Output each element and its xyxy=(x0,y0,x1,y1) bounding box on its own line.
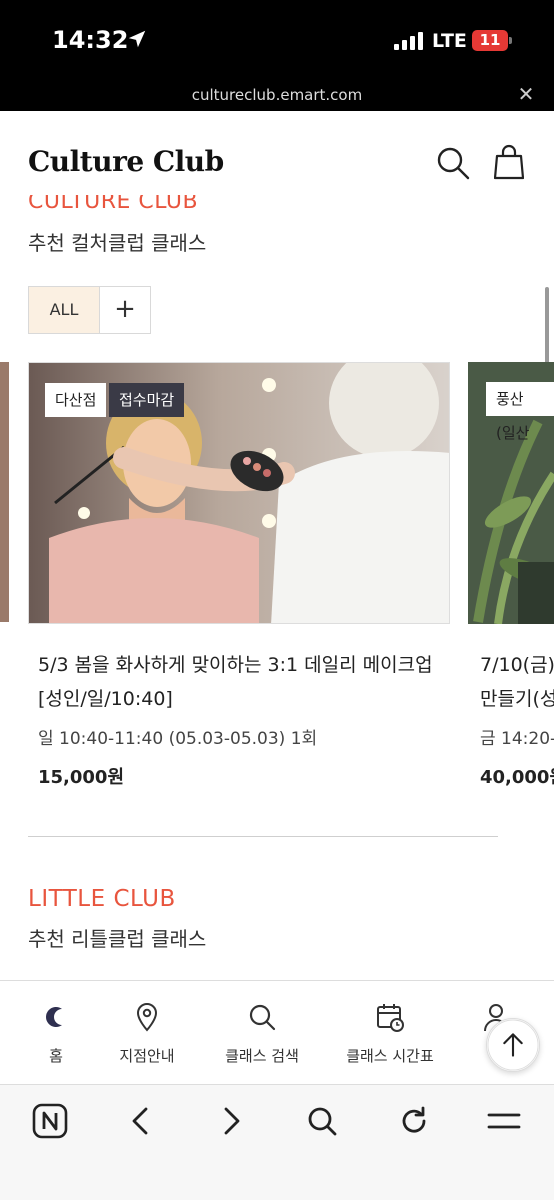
naver-home-icon[interactable] xyxy=(30,1101,70,1141)
shopping-bag-icon[interactable] xyxy=(494,144,524,180)
section-divider xyxy=(28,836,498,837)
filter-add-button[interactable]: + xyxy=(99,286,151,334)
tab-label: 홈 xyxy=(49,1047,63,1065)
close-icon[interactable]: ✕ xyxy=(516,84,536,105)
tab-label: 지점안내 xyxy=(119,1047,175,1065)
section-title-little-club: LITTLE CLUB xyxy=(28,886,176,912)
previous-card-image[interactable] xyxy=(0,362,9,622)
section-title-culture-club: CULTURE CLUB xyxy=(28,195,199,213)
battery-icon: 11 xyxy=(472,30,508,51)
site-logo[interactable]: Culture Club xyxy=(28,145,224,178)
status-time: 14:32 xyxy=(52,26,129,54)
search-icon[interactable] xyxy=(302,1101,342,1141)
branch-tag: 다산점 xyxy=(45,383,107,417)
class-title-line2[interactable]: 만들기(성 xyxy=(480,684,554,711)
forward-icon[interactable] xyxy=(212,1101,252,1141)
bottom-tab-bar: 홈 지점안내 클래스 검색 클래스 시간표 마 xyxy=(0,980,554,1084)
home-c-icon xyxy=(46,1007,62,1027)
search-icon[interactable] xyxy=(436,146,470,180)
refresh-icon[interactable] xyxy=(394,1101,434,1141)
browser-toolbar xyxy=(0,1084,554,1200)
url-bar[interactable]: cultureclub.emart.com xyxy=(0,86,554,104)
status-badge: 접수마감 xyxy=(109,383,185,417)
status-bar: 14:32 LTE 11 cultureclub.emart.com ✕ xyxy=(0,0,554,111)
signal-icon xyxy=(394,32,423,50)
calendar-clock-icon xyxy=(377,1004,404,1032)
tab-class-timetable[interactable]: 클래스 시간표 xyxy=(336,981,444,1085)
section-subtitle: 추천 컬처클럽 클래스 xyxy=(28,231,207,255)
class-title-line2[interactable]: [성인/일/10:40] xyxy=(38,684,173,711)
location-arrow-icon xyxy=(128,30,146,48)
scroll-to-top-button[interactable] xyxy=(486,1018,540,1072)
class-schedule: 일 10:40-11:40 (05.03-05.03) 1회 xyxy=(38,729,318,749)
class-title[interactable]: 7/10(금)- xyxy=(480,650,554,677)
class-card-image[interactable]: 다산점 접수마감 xyxy=(28,362,450,624)
class-price: 40,000원 xyxy=(480,767,554,788)
class-schedule: 금 14:20-1 xyxy=(480,729,554,749)
class-price: 15,000원 xyxy=(38,767,125,788)
menu-icon[interactable] xyxy=(484,1101,524,1141)
scrollbar[interactable] xyxy=(545,287,549,367)
class-title[interactable]: 5/3 봄을 화사하게 맞이하는 3:1 데일리 메이크업 xyxy=(38,650,433,677)
filter-all-button[interactable]: ALL xyxy=(28,286,100,334)
branch-tag: 풍산(일산 xyxy=(486,382,554,442)
tab-home[interactable]: 홈 xyxy=(16,981,96,1085)
map-pin-icon xyxy=(136,1002,158,1032)
tab-class-search[interactable]: 클래스 검색 xyxy=(212,981,312,1085)
network-label: LTE xyxy=(432,30,467,52)
section-subtitle: 추천 리틀클럽 클래스 xyxy=(28,927,207,951)
search-icon xyxy=(249,1004,276,1031)
battery-tip xyxy=(509,37,512,44)
next-card-image[interactable]: 풍산(일산 xyxy=(468,362,554,624)
tab-label: 클래스 시간표 xyxy=(346,1047,434,1065)
tab-label: 클래스 검색 xyxy=(225,1047,299,1065)
back-icon[interactable] xyxy=(120,1101,160,1141)
tab-branches[interactable]: 지점안내 xyxy=(104,981,190,1085)
